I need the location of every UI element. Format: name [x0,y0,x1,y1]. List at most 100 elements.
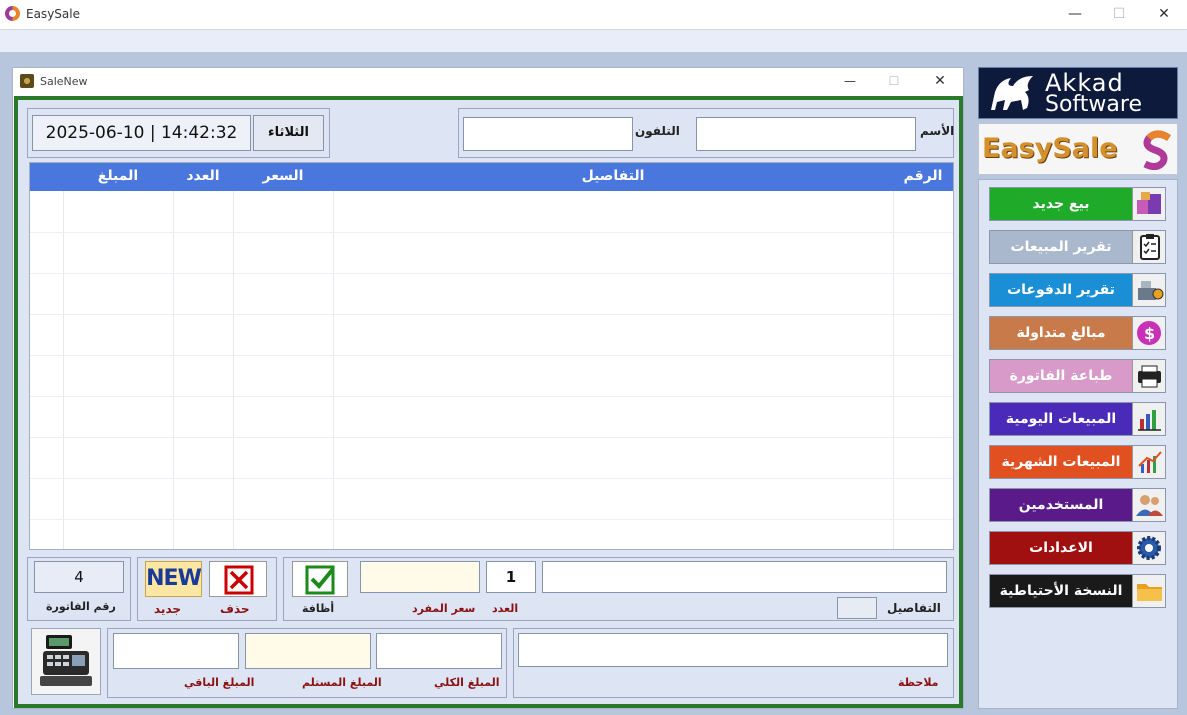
new-icon: NEW [146,566,202,591]
boxes-icon [1132,188,1165,220]
total-amount-label: المبلغ الكلي [434,676,500,689]
gear-icon [1132,532,1165,564]
main-menu: بيع جديد تقرير المبيعات تقرير الدفوعات م… [978,179,1178,709]
checkout-button[interactable] [31,628,101,695]
note-label: ملاحظة [898,676,939,689]
details-input[interactable] [542,561,947,593]
column-header-details[interactable]: التفاصيل [333,163,893,191]
menu-label: تقرير الدفوعات [990,274,1132,306]
child-titlebar: SaleNew — ☐ ✕ [13,68,963,95]
quantity-label: العدد [492,602,519,615]
total-amount-input[interactable] [376,633,502,669]
menu-print-invoice[interactable]: طباعة الفاتورة [989,359,1166,393]
details-box[interactable] [837,597,877,619]
datetime-panel: 2025-06-10 | 14:42:32 الثلاثاء [27,108,330,158]
child-title: SaleNew [40,75,88,88]
sale-form: 2025-06-10 | 14:42:32 الثلاثاء الأسم الت… [14,96,963,708]
grid-divider [233,191,234,549]
received-amount-input[interactable] [245,633,371,669]
menu-payments-report[interactable]: تقرير الدفوعات [989,273,1166,307]
grid-divider [63,191,64,549]
grid-divider [893,191,894,549]
note-panel: ملاحظة [513,628,954,698]
line-chart-icon [1132,446,1165,478]
menu-daily-sales[interactable]: المبيعات اليومية [989,402,1166,436]
menu-settings[interactable]: الاعدادات [989,531,1166,565]
menu-backup[interactable]: النسخة الأحتياطية [989,574,1166,608]
day-display: الثلاثاء [253,115,324,151]
checkmark-icon [305,565,335,595]
minimize-button[interactable]: — [1064,4,1086,24]
delete-icon [224,565,254,595]
totals-panel: المبلغ الباقي المبلغ المستلم المبلغ الكل… [107,628,507,698]
child-maximize-button[interactable]: ☐ [883,71,905,91]
easysale-wordmark: EasySale [982,133,1118,164]
invoice-number-value: 4 [34,561,124,593]
invoice-number-panel: 4 رقم الفاتورة [27,557,131,621]
grid-header: الرقم التفاصيل السعر العدد المبلغ [30,163,953,191]
child-minimize-button[interactable]: — [839,71,861,91]
grid-divider [173,191,174,549]
menu-label: المبيعات اليومية [990,403,1132,435]
items-grid[interactable]: الرقم التفاصيل السعر العدد المبلغ [29,162,954,550]
column-header-amount[interactable]: المبلغ [63,163,173,191]
maximize-button[interactable]: ☐ [1108,4,1130,24]
easysale-swirl-icon [1143,130,1171,170]
menu-label: الاعدادات [990,532,1132,564]
grid-row-line [30,396,953,397]
menu-label: المستخدمين [990,489,1132,521]
invoice-number-label: رقم الفاتورة [46,600,116,613]
close-button[interactable]: ✕ [1153,4,1175,24]
grid-row-line [30,478,953,479]
cash-register-icon [1132,274,1165,306]
grid-row-line [30,314,953,315]
remaining-amount-label: المبلغ الباقي [184,676,255,689]
unit-price-input[interactable] [360,561,480,593]
menu-circulating-amounts[interactable]: مبالغ متداولة $ [989,316,1166,350]
printer-icon [1132,360,1165,392]
menubar [0,30,1187,52]
menu-sales-report[interactable]: تقرير المبيعات [989,230,1166,264]
grid-row-line [30,355,953,356]
grid-row-line [30,232,953,233]
menu-label: مبالغ متداولة [990,317,1132,349]
name-input[interactable] [696,117,916,151]
menu-label: تقرير المبيعات [990,231,1132,263]
quantity-input[interactable]: 1 [486,561,536,593]
new-invoice-button[interactable]: NEW [145,561,202,597]
delete-button[interactable] [209,561,267,597]
add-item-button[interactable] [292,561,348,597]
details-label: التفاصيل [887,601,941,615]
phone-label: التلفون [635,124,680,138]
child-close-button[interactable]: ✕ [929,71,951,91]
column-header-quantity[interactable]: العدد [173,163,233,191]
phone-input[interactable] [463,117,633,151]
akkad-line2: Software [1045,92,1142,117]
menu-monthly-sales[interactable]: المبيعات الشهرية [989,445,1166,479]
app-titlebar: EasySale — ☐ ✕ [0,0,1187,30]
actions-panel: NEW جديد حذف [137,557,277,621]
new-label: جديد [154,602,182,616]
received-amount-label: المبلغ المستلم [302,676,382,689]
clipboard-icon [1132,231,1165,263]
menu-label: المبيعات الشهرية [990,446,1132,478]
note-input[interactable] [518,633,948,667]
akkad-software-logo: Akkad Software [978,67,1178,119]
menu-label: طباعة الفاتورة [990,360,1132,392]
entry-panel: أظافة سعر المفرد 1 العدد التفاصيل [283,557,954,621]
add-item-label: أظافة [302,602,335,615]
easysale-logo: EasySale [978,123,1178,175]
child-window-icon [20,74,34,88]
menu-users[interactable]: المستخدمين [989,488,1166,522]
folder-icon [1132,575,1165,607]
menu-new-sale[interactable]: بيع جديد [989,187,1166,221]
grid-row-line [30,437,953,438]
remaining-amount-input[interactable] [113,633,239,669]
winged-lion-icon [991,76,1033,110]
users-icon [1132,489,1165,521]
column-header-number[interactable]: الرقم [893,163,953,191]
datetime-display: 2025-06-10 | 14:42:32 [32,115,251,151]
name-label: الأسم [920,124,955,138]
column-header-price[interactable]: السعر [233,163,333,191]
bar-chart-icon [1132,403,1165,435]
